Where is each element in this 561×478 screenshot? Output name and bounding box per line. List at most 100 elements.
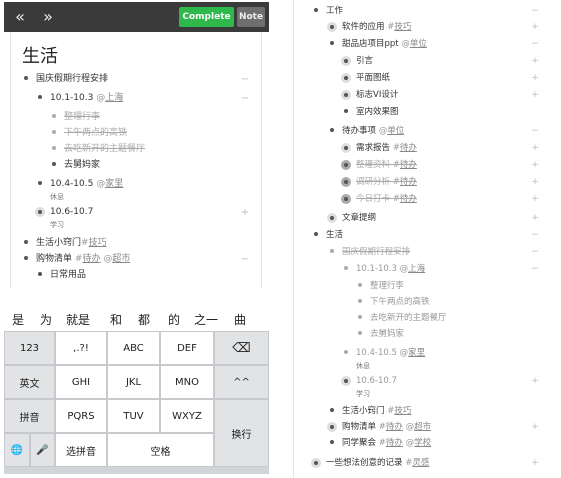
list-item[interactable]: 整理行李 [358, 279, 404, 293]
collapsed-bullet-icon[interactable] [311, 457, 321, 468]
tag-link[interactable]: 待办 [400, 194, 417, 204]
expand-icon[interactable]: + [530, 213, 540, 223]
collapsed-bullet-icon[interactable] [341, 89, 351, 100]
expand-icon[interactable]: + [530, 458, 540, 468]
key-123[interactable]: 123 [4, 331, 55, 365]
candidate-word[interactable]: 是 [12, 311, 24, 328]
list-item[interactable]: 下午两点的高铁 [358, 295, 430, 309]
list-item[interactable]: 室内效果图 [344, 105, 399, 119]
backspace-key[interactable]: ⌫ [214, 331, 269, 365]
bullet-icon[interactable] [24, 255, 28, 260]
tag-link[interactable]: 待办 [82, 254, 100, 264]
location-link[interactable]: 学校 [414, 438, 431, 448]
list-item[interactable]: 同学聚会 #待办 @学校 [330, 436, 431, 450]
list-item[interactable]: 整理资料 #待办 [341, 158, 417, 172]
collapse-icon[interactable]: − [530, 264, 540, 274]
collapsed-bullet-icon[interactable] [341, 176, 351, 187]
expand-icon[interactable]: + [530, 73, 540, 83]
list-item[interactable]: 待办事项 @单位 [330, 124, 404, 138]
bullet-icon[interactable] [38, 180, 42, 185]
collapsed-bullet-icon[interactable] [341, 72, 351, 83]
bullet-icon[interactable] [314, 7, 318, 12]
list-item[interactable]: 10.1-10.3 @上海 [38, 91, 123, 106]
key-mno[interactable]: MNO [160, 365, 214, 399]
tag-link[interactable]: 待办 [386, 422, 403, 432]
bullet-icon[interactable] [24, 75, 28, 80]
expand-icon[interactable]: + [240, 208, 250, 218]
collapse-icon[interactable]: − [530, 230, 540, 240]
list-item[interactable]: 国庆假期行程安排 [330, 245, 410, 259]
list-item[interactable]: 需求报告 #待办 [341, 141, 417, 155]
list-item[interactable]: 引言 [341, 54, 373, 68]
bullet-icon[interactable] [24, 239, 28, 244]
list-item[interactable]: 一些想法创意的记录 #灵感 [311, 456, 429, 470]
list-item[interactable]: 去吃新开的主题餐厅 [358, 311, 447, 325]
list-item[interactable]: 下午两点的高铁 [52, 126, 127, 141]
key-pqrs[interactable]: PQRS [55, 399, 107, 433]
list-item[interactable]: 10.1-10.3 @上海 [344, 262, 425, 276]
complete-button[interactable]: Complete [179, 7, 234, 27]
tag-link[interactable]: 待办 [400, 177, 417, 187]
location-link[interactable]: 单位 [410, 39, 427, 49]
bullet-icon[interactable] [314, 231, 318, 236]
bullet-icon[interactable] [358, 282, 362, 287]
expand-icon[interactable]: + [530, 143, 540, 153]
key-emoticon[interactable]: ^^ [214, 365, 269, 399]
return-key[interactable]: 换行 [214, 399, 269, 467]
expand-icon[interactable]: + [530, 160, 540, 170]
list-item[interactable]: 甜品店项目ppt @单位 [330, 37, 427, 51]
bullet-icon[interactable] [330, 248, 334, 253]
key-ghi[interactable]: GHI [55, 365, 107, 399]
collapsed-bullet-icon[interactable] [341, 159, 351, 170]
list-item[interactable]: 10.4-10.5 @家里 [344, 346, 425, 360]
key-abc[interactable]: ABC [107, 331, 160, 365]
location-link[interactable]: 超市 [112, 254, 130, 264]
bullet-icon[interactable] [52, 113, 56, 118]
list-item[interactable]: 去舅妈家 [358, 327, 404, 341]
list-item[interactable]: 标志VI设计 [341, 88, 398, 102]
collapsed-bullet-icon[interactable] [341, 193, 351, 204]
key-punctuation[interactable]: ,.?! [55, 331, 107, 365]
bullet-icon[interactable] [52, 161, 56, 166]
list-item[interactable]: 整理行李 [52, 110, 100, 125]
list-item[interactable]: 购物清单 #待办 @超市 [327, 420, 431, 434]
list-item[interactable]: 文章提纲 [327, 211, 376, 225]
list-item[interactable]: 10.6-10.7 [35, 205, 93, 220]
key-jkl[interactable]: JKL [107, 365, 160, 399]
note-button[interactable]: Note [237, 7, 265, 27]
collapse-icon[interactable]: − [240, 75, 250, 85]
key-tuv[interactable]: TUV [107, 399, 160, 433]
bullet-icon[interactable] [344, 265, 348, 270]
list-item[interactable]: 生活小窍门 #技巧 [330, 404, 411, 418]
bullet-icon[interactable] [52, 145, 56, 150]
expand-icon[interactable]: + [530, 22, 540, 32]
list-item[interactable]: 国庆假期行程安排 [24, 72, 108, 87]
key-pinyin[interactable]: 拼音 [4, 399, 55, 433]
bullet-icon[interactable] [38, 94, 42, 99]
collapsed-bullet-icon[interactable] [327, 421, 337, 432]
location-link[interactable]: 家里 [105, 179, 123, 189]
collapse-icon[interactable]: − [240, 255, 250, 265]
list-item[interactable]: 10.4-10.5 @家里 [38, 177, 123, 192]
globe-icon[interactable]: 🌐 [4, 433, 30, 467]
expand-icon[interactable]: + [530, 376, 540, 386]
candidate-word[interactable]: 都 [138, 311, 150, 328]
collapsed-bullet-icon[interactable] [35, 206, 45, 217]
location-link[interactable]: 上海 [408, 264, 425, 274]
expand-icon[interactable]: + [530, 90, 540, 100]
candidate-word[interactable]: 为 [40, 311, 52, 328]
tag-link[interactable]: 待办 [400, 160, 417, 170]
list-item[interactable]: 去舅妈家 [52, 158, 100, 173]
collapse-icon[interactable]: − [530, 6, 540, 16]
tag-link[interactable]: 技巧 [89, 238, 107, 248]
list-item[interactable]: 平面图纸 [341, 71, 390, 85]
collapsed-bullet-icon[interactable] [341, 375, 351, 386]
tag-link[interactable]: 技巧 [394, 22, 411, 32]
list-item[interactable]: 工作 [314, 4, 343, 18]
candidate-word[interactable]: 之一 [194, 311, 218, 328]
bullet-icon[interactable] [38, 271, 42, 276]
bullet-icon[interactable] [52, 129, 56, 134]
expand-icon[interactable]: + [530, 422, 540, 432]
location-link[interactable]: 上海 [105, 93, 123, 103]
key-english[interactable]: 英文 [4, 365, 55, 399]
